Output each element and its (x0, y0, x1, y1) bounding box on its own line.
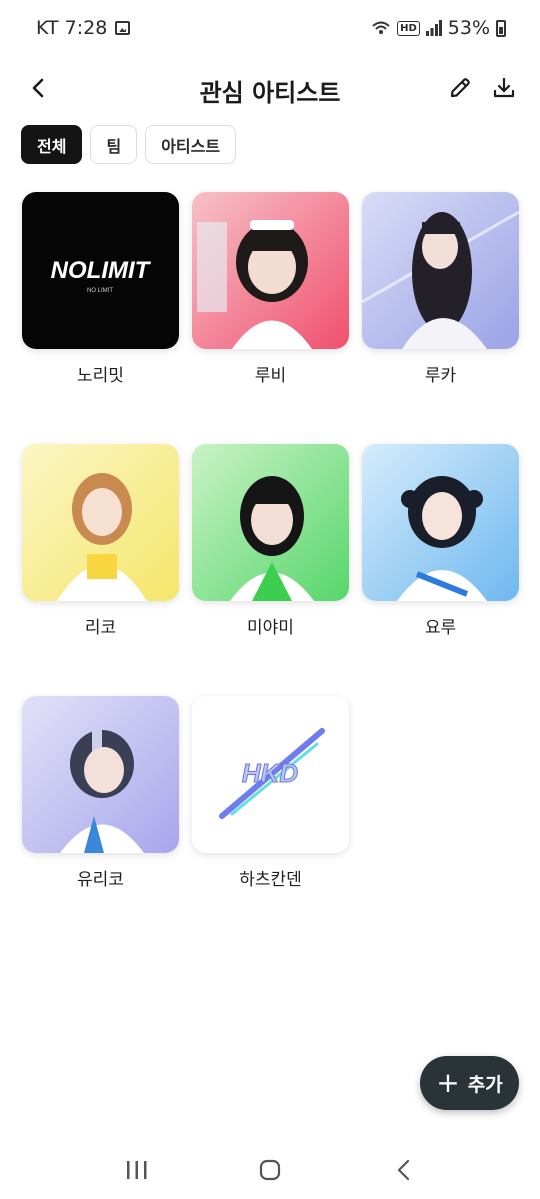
artist-photo (362, 192, 519, 349)
artist-card[interactable]: 요루 (362, 444, 519, 638)
status-left: KT 7:28 (36, 17, 131, 39)
filter-chip-all[interactable]: 전체 (21, 125, 83, 164)
artist-name: 리코 (84, 618, 117, 638)
battery-percent: 53% (447, 17, 490, 39)
home-icon (259, 1159, 281, 1180)
artist-card[interactable]: HKD 하츠칸덴 (192, 696, 349, 890)
hd-badge: HD (397, 20, 420, 36)
artist-grid: NOLIMIT NO LIMIT 노리밋 루비 루카 리코 미야미 요루 유리코… (22, 192, 519, 890)
download-button[interactable] (488, 72, 520, 104)
artist-photo (22, 444, 179, 601)
artist-name: 루비 (254, 366, 287, 386)
add-button-label: 추가 (467, 1073, 503, 1096)
hatsukanden-logo-text: HKD (242, 758, 299, 788)
artist-name: 하츠칸덴 (239, 870, 302, 890)
filter-chip-team[interactable]: 팀 (90, 125, 138, 164)
artist-logo-hatsukanden: HKD (192, 696, 349, 853)
wifi-calling-icon (372, 21, 390, 34)
status-right: HD 53% (371, 17, 506, 39)
artist-card[interactable]: 미야미 (192, 444, 349, 638)
filter-chip-artist[interactable]: 아티스트 (145, 125, 237, 164)
battery-icon (496, 19, 506, 37)
artist-card[interactable]: NOLIMIT NO LIMIT 노리밋 (22, 192, 179, 386)
add-artist-button[interactable]: + 추가 (420, 1056, 519, 1110)
artist-name: 요루 (424, 618, 457, 638)
artist-name: 유리코 (77, 870, 124, 890)
artist-name: 루카 (424, 366, 457, 386)
status-bar: KT 7:28 HD 53% (0, 0, 540, 56)
gallery-icon (115, 21, 131, 35)
artist-card[interactable]: 루카 (362, 192, 519, 386)
artist-photo (362, 444, 519, 601)
nolimit-logo-text: NOLIMIT (51, 257, 152, 284)
artist-photo (192, 444, 349, 601)
artist-photo (192, 192, 349, 349)
recent-apps-button[interactable] (117, 1150, 157, 1190)
artist-name: 미야미 (247, 618, 294, 638)
system-nav-bar (0, 1140, 540, 1199)
plus-icon: + (436, 1066, 460, 1099)
recent-apps-icon (126, 1160, 147, 1179)
system-back-icon (398, 1159, 410, 1180)
carrier-time: KT 7:28 (36, 17, 108, 39)
artist-photo (22, 696, 179, 853)
artist-card[interactable]: 리코 (22, 444, 179, 638)
artist-name: 노리밋 (77, 366, 124, 386)
home-button[interactable] (250, 1150, 290, 1190)
nolimit-logo-subtext: NO LIMIT (87, 288, 113, 294)
app-bar: 관심 아티스트 (0, 62, 540, 116)
edit-button[interactable] (444, 72, 476, 104)
artist-card[interactable]: 유리코 (22, 696, 179, 890)
system-back-button[interactable] (383, 1150, 423, 1190)
download-icon (493, 77, 515, 98)
edit-pencil-icon (450, 78, 470, 98)
filter-chips: 전체 팀 아티스트 (21, 125, 237, 164)
artist-logo-nolimit: NOLIMIT NO LIMIT (22, 192, 179, 349)
artist-card[interactable]: 루비 (192, 192, 349, 386)
signal-icon (425, 20, 442, 36)
